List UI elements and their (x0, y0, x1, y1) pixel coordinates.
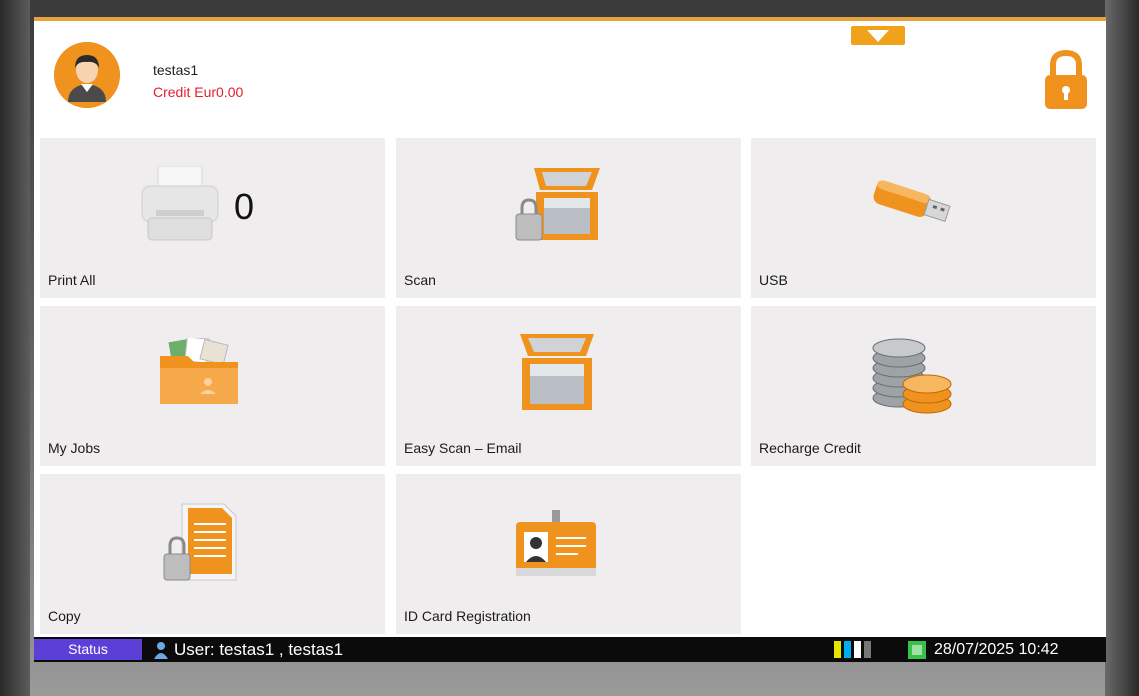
user-header: testas1 Credit Eur0.00 (34, 21, 1106, 137)
user-name: testas1 (153, 62, 199, 78)
tile-my-jobs[interactable]: My Jobs (40, 306, 385, 466)
touch-screen: testas1 Credit Eur0.00 0 Print All Scan … (34, 17, 1106, 662)
folder-jobs-icon (156, 336, 242, 413)
status-bar: Status User: testas1 , testas1 28/07/202… (34, 637, 1106, 662)
tile-scan[interactable]: Scan (396, 138, 741, 298)
datetime: 28/07/2025 10:42 (908, 640, 1059, 659)
scanner-lock-icon (514, 164, 604, 249)
document-lock-icon (158, 500, 240, 589)
tile-label: USB (759, 272, 788, 288)
tile-label: My Jobs (48, 440, 101, 456)
user-icon (154, 641, 168, 659)
function-grid: 0 Print All Scan USB My Jobs Easy Scan –… (40, 138, 1102, 634)
print-job-count: 0 (234, 186, 255, 227)
tile-usb[interactable]: USB (751, 138, 1096, 298)
tile-label: Print All (48, 272, 96, 288)
id-card-icon (514, 510, 598, 585)
tile-label: ID Card Registration (404, 608, 531, 624)
tile-recharge-credit[interactable]: Recharge Credit (751, 306, 1096, 466)
tile-copy[interactable]: Copy (40, 474, 385, 634)
tile-label: Recharge Credit (759, 440, 861, 456)
network-status-icon (908, 640, 926, 659)
tile-id-card-registration[interactable]: ID Card Registration (396, 474, 741, 634)
current-user-text: User: testas1 , testas1 (174, 640, 344, 659)
coins-icon (869, 332, 955, 421)
status-button[interactable]: Status (34, 639, 142, 660)
printer-icon (140, 165, 220, 249)
toner-levels-icon[interactable] (834, 640, 878, 662)
padlock-icon[interactable] (1043, 49, 1089, 111)
tile-print-all[interactable]: 0 Print All (40, 138, 385, 298)
tile-easy-scan-email[interactable]: Easy Scan – Email (396, 306, 741, 466)
datetime-text: 28/07/2025 10:42 (934, 641, 1059, 658)
user-avatar-icon (54, 42, 120, 108)
usb-drive-icon (869, 178, 953, 233)
tile-label: Scan (404, 272, 436, 288)
current-user-info: User: testas1 , testas1 (154, 640, 343, 659)
credit-balance: Credit Eur0.00 (153, 84, 244, 100)
scanner-icon (516, 330, 598, 419)
tile-label: Copy (48, 608, 81, 624)
tile-label: Easy Scan – Email (404, 440, 522, 456)
